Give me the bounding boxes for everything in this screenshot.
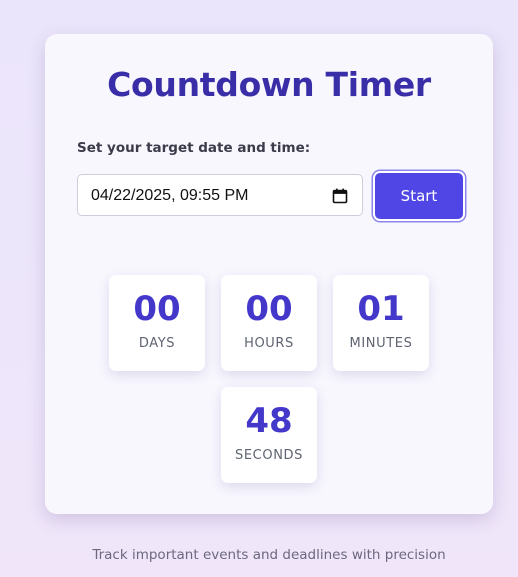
target-date-value[interactable]: 04/22/2025, 09:55 PM	[91, 186, 248, 206]
countdown-card: Countdown Timer Set your target date and…	[45, 34, 493, 514]
days-tile: 00 DAYS	[109, 275, 205, 371]
days-label: DAYS	[138, 336, 176, 351]
minutes-tile: 01 MINUTES	[333, 275, 429, 371]
seconds-label: SECONDS	[235, 448, 303, 463]
hours-label: HOURS	[244, 336, 294, 351]
days-value: 00	[133, 289, 181, 329]
hours-value: 00	[245, 289, 293, 329]
seconds-tile: 48 SECONDS	[221, 387, 317, 483]
hours-tile: 00 HOURS	[221, 275, 317, 371]
footer-tagline: Track important events and deadlines wit…	[92, 547, 446, 563]
page-title: Countdown Timer	[107, 65, 431, 104]
calendar-icon[interactable]	[332, 188, 348, 204]
target-date-input[interactable]: 04/22/2025, 09:55 PM	[77, 174, 363, 216]
start-button[interactable]: Start	[375, 173, 463, 219]
seconds-value: 48	[245, 401, 293, 441]
minutes-value: 01	[357, 289, 405, 329]
minutes-label: MINUTES	[349, 336, 413, 351]
target-date-label: Set your target date and time:	[77, 140, 311, 156]
